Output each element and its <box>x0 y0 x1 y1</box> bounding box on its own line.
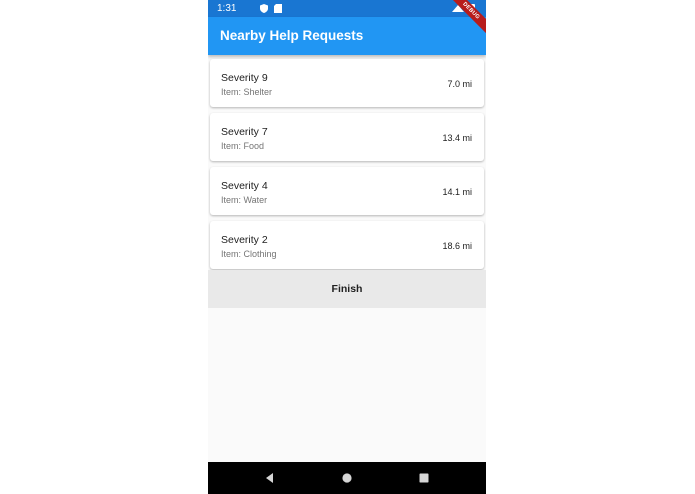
app-bar: Nearby Help Requests <box>208 17 486 55</box>
request-card[interactable]: Severity 9 Item: Shelter 7.0 mi <box>210 59 484 107</box>
request-item: Item: Clothing <box>221 249 277 259</box>
request-card[interactable]: Severity 2 Item: Clothing 18.6 mi <box>210 221 484 269</box>
request-item: Item: Shelter <box>221 87 273 97</box>
request-severity: Severity 9 <box>221 72 268 84</box>
status-time: 1:31 <box>217 3 237 14</box>
request-item: Item: Water <box>221 195 268 205</box>
request-severity: Severity 7 <box>221 126 268 138</box>
request-distance: 14.1 mi <box>442 187 472 197</box>
finish-button-label: Finish <box>331 283 363 295</box>
page-title: Nearby Help Requests <box>220 28 364 43</box>
sd-card-icon <box>274 4 282 13</box>
request-card[interactable]: Severity 7 Item: Food 13.4 mi <box>210 113 484 161</box>
recents-icon[interactable] <box>418 472 430 484</box>
request-distance: 13.4 mi <box>442 133 472 143</box>
request-severity: Severity 2 <box>221 234 268 246</box>
request-card[interactable]: Severity 4 Item: Water 14.1 mi <box>210 167 484 215</box>
back-icon[interactable] <box>264 472 276 484</box>
request-item: Item: Food <box>221 141 265 151</box>
navigation-bar <box>208 462 486 494</box>
request-distance: 7.0 mi <box>447 79 472 89</box>
home-icon[interactable] <box>341 472 353 484</box>
shield-icon <box>260 4 268 13</box>
status-bar: 1:31 <box>208 0 486 17</box>
request-distance: 18.6 mi <box>442 241 472 251</box>
phone-screen: 1:31 Nearby Help Requests DEBUG Severity… <box>208 0 486 494</box>
finish-button[interactable]: Finish <box>208 270 486 308</box>
request-severity: Severity 4 <box>221 180 268 192</box>
